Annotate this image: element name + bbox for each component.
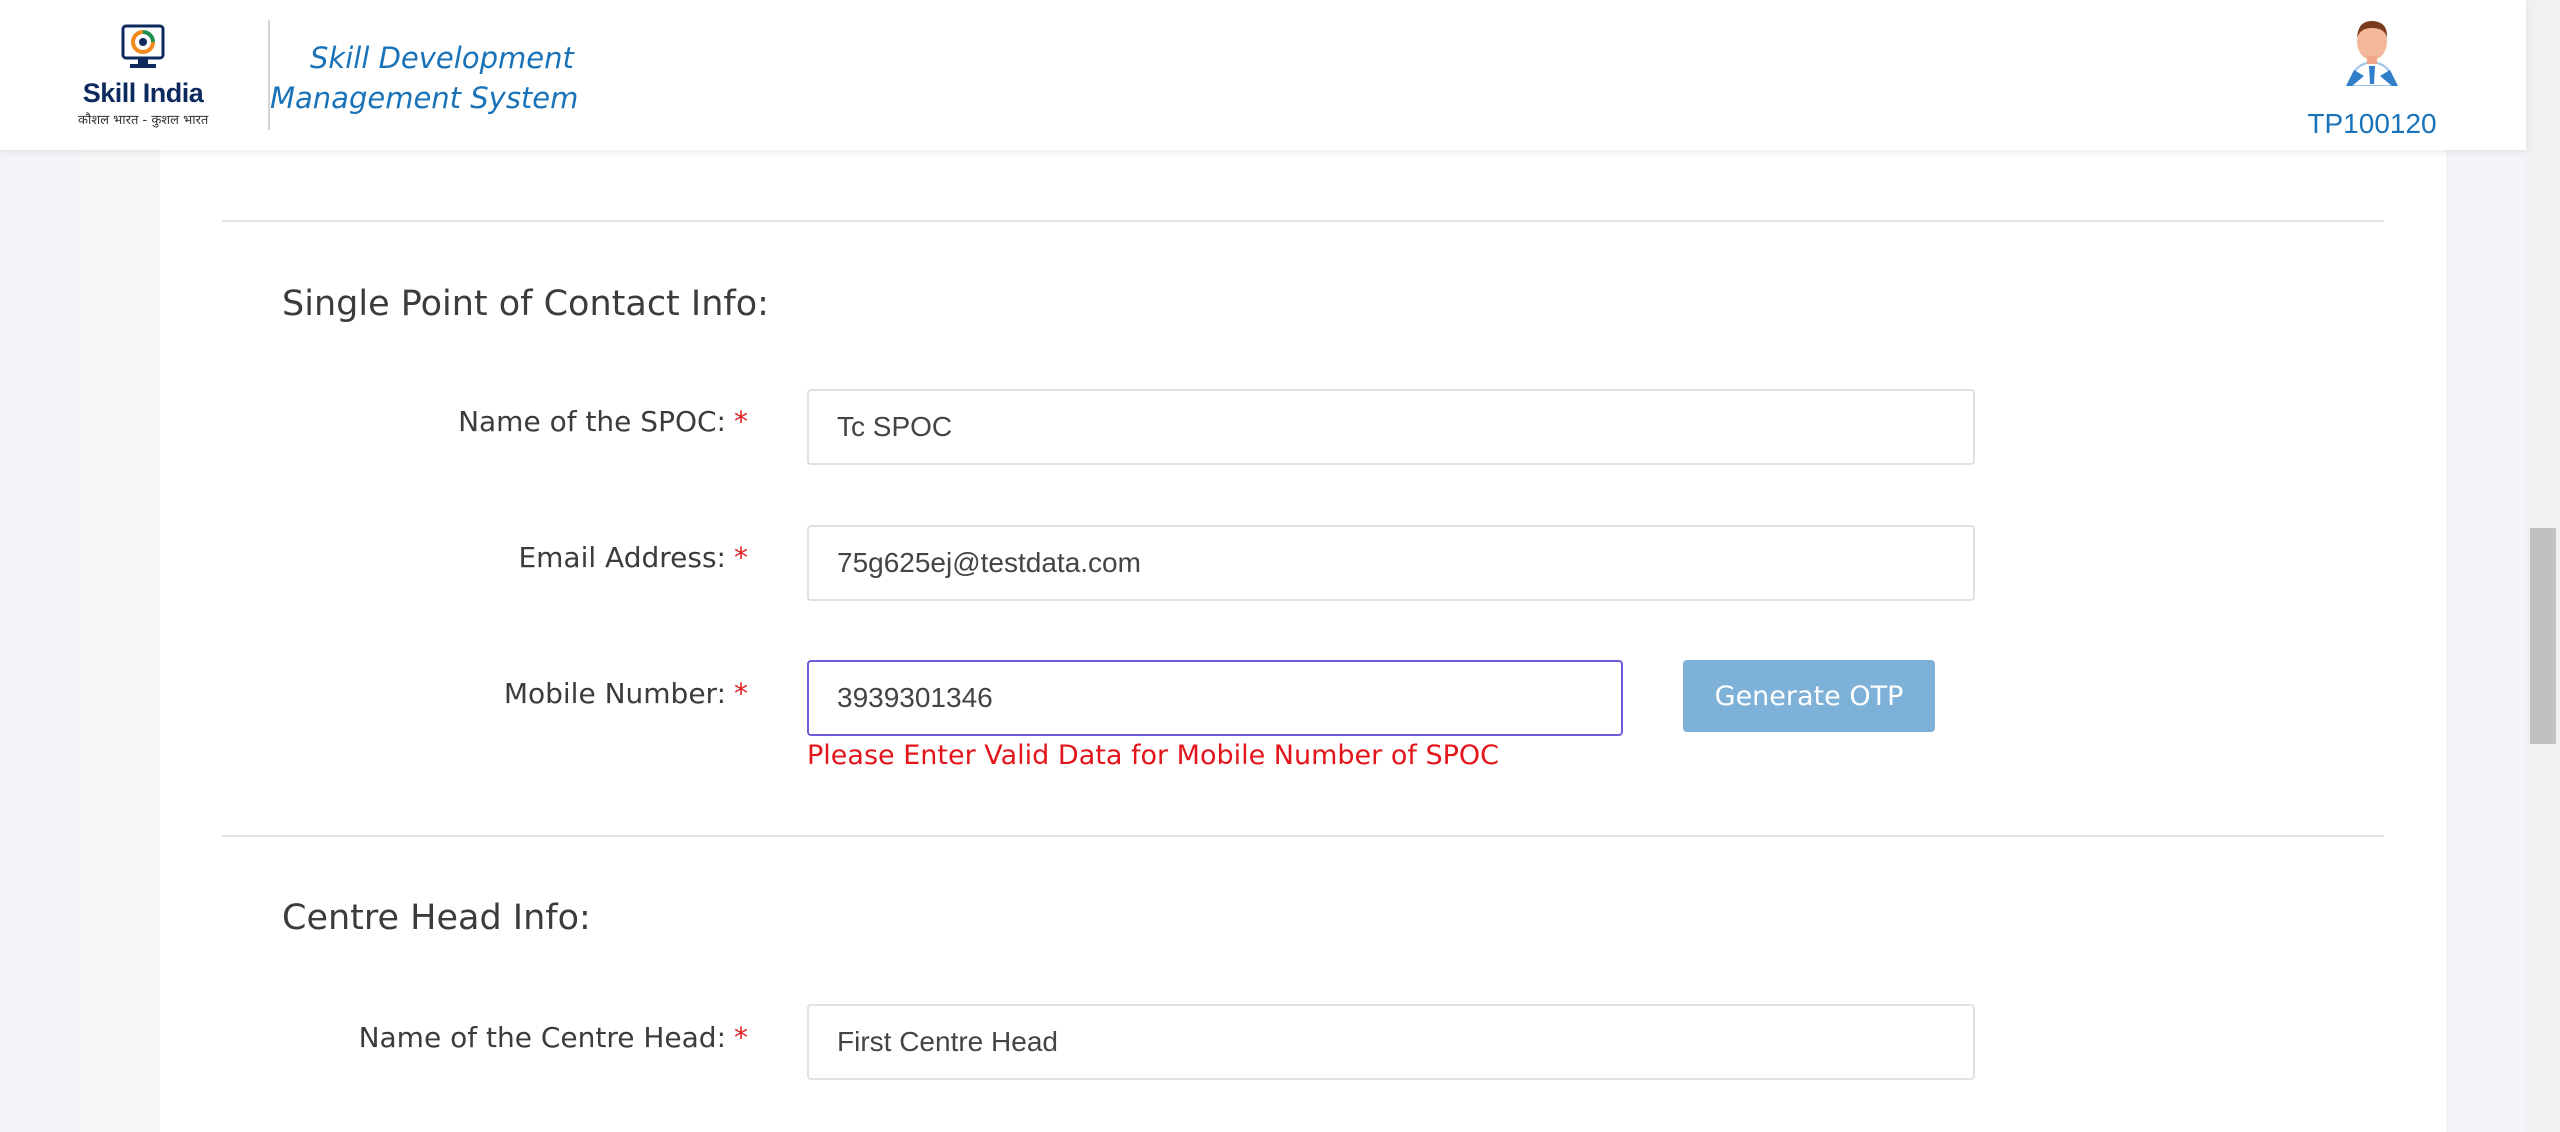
skill-india-logo[interactable]: Skill India कौशल भारत - कुशल भारत [78,22,208,128]
required-marker: * [734,405,748,438]
required-marker: * [734,541,748,574]
spoc-email-input[interactable] [807,525,1975,601]
spoc-email-label: Email Address: * [518,541,748,574]
section-divider-middle [222,835,2384,837]
logo-tagline: कौशल भारत - कुशल भारत [78,113,209,128]
app-header: Skill India कौशल भारत - कुशल भारत Skill … [0,0,2526,150]
centre-head-name-label: Name of the Centre Head: * [358,1021,748,1054]
section-divider-top [222,220,2384,222]
spoc-name-label: Name of the SPOC: * [458,405,748,438]
user-avatar-icon[interactable] [2340,14,2404,86]
centre-head-section-title: Centre Head Info: [282,898,591,938]
skill-india-emblem-icon [121,24,165,68]
required-marker: * [734,1021,748,1054]
user-id[interactable]: TP100120 [2300,108,2444,140]
mobile-error-message: Please Enter Valid Data for Mobile Numbe… [807,740,1499,771]
spoc-section-title: Single Point of Contact Info: [282,284,769,324]
spoc-mobile-input[interactable] [807,660,1623,736]
app-title: Skill Development Management System [270,41,579,115]
spoc-mobile-label: Mobile Number: * [503,677,748,710]
logo-text: Skill India [82,78,204,108]
spoc-name-input[interactable] [807,389,1975,465]
centre-head-name-input[interactable] [807,1004,1975,1080]
scrollbar-thumb[interactable] [2530,528,2556,744]
required-marker: * [734,677,748,710]
generate-otp-button[interactable]: Generate OTP [1683,660,1935,732]
